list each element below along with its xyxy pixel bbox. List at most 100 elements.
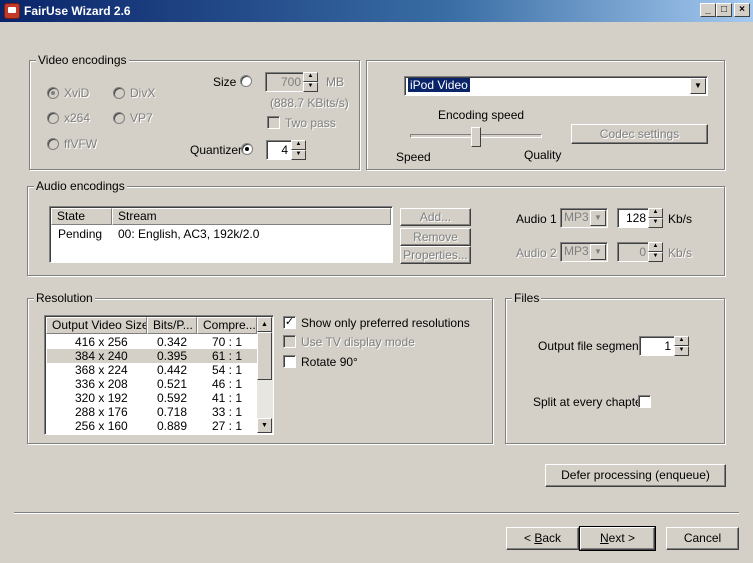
quantizer-spinner[interactable]: ▲ ▼: [291, 140, 306, 160]
res-row-size[interactable]: 416 x 256: [75, 335, 128, 349]
codec-label-divx: DivX: [130, 86, 156, 100]
codec-radio-ffvfw[interactable]: [47, 138, 59, 150]
quantizer-radio[interactable]: [241, 143, 253, 155]
audio1-bitrate-spinner[interactable]: ▲ ▼: [648, 208, 663, 228]
scroll-thumb[interactable]: [257, 332, 272, 380]
app-icon: [4, 3, 20, 19]
files-group: Files: [505, 291, 725, 444]
res-row-ratio[interactable]: 61 : 1: [212, 349, 242, 363]
size-radio[interactable]: [240, 75, 252, 87]
codec-label-vp7: VP7: [130, 111, 153, 125]
cancel-button[interactable]: Cancel: [666, 527, 739, 550]
bottom-separator: [14, 512, 739, 514]
codec-radio-divx[interactable]: [113, 87, 125, 99]
audio1-codec-select[interactable]: MP3 ▼: [560, 208, 608, 228]
next-rest: ext >: [608, 531, 636, 545]
segments-input[interactable]: 1: [639, 336, 675, 356]
maximize-button[interactable]: □: [716, 3, 732, 17]
res-row-bits[interactable]: 0.395: [157, 349, 187, 363]
audio-properties-button[interactable]: Properties...: [400, 246, 471, 264]
show-preferred-checkbox[interactable]: ✓: [283, 316, 296, 329]
audio2-codec-select[interactable]: MP3 ▼: [560, 242, 608, 262]
res-row-bits[interactable]: 0.521: [157, 377, 187, 391]
scroll-down-button[interactable]: ▼: [257, 418, 272, 433]
video-encodings-label: Video encodings: [36, 53, 129, 67]
rotate-checkbox[interactable]: [283, 355, 296, 368]
close-icon: ×: [739, 4, 745, 15]
res-row-ratio[interactable]: 33 : 1: [212, 405, 242, 419]
profile-selected: iPod Video: [408, 78, 470, 92]
res-row-bits[interactable]: 0.592: [157, 391, 187, 405]
back-prefix: <: [523, 531, 535, 545]
audio-encodings-label: Audio encodings: [34, 179, 127, 193]
title-bar[interactable]: FairUse Wizard 2.6 _ □ ×: [0, 0, 753, 22]
audio-row-state[interactable]: Pending: [58, 227, 102, 241]
res-row-size[interactable]: 256 x 160: [75, 419, 128, 433]
codec-label-xvid: XviD: [64, 86, 90, 100]
split-chapter-checkbox[interactable]: [638, 395, 651, 408]
checkmark-icon: ✓: [284, 316, 295, 328]
audio1-bitrate-input[interactable]: 128: [617, 208, 650, 228]
res-row-bits[interactable]: 0.889: [157, 419, 187, 433]
codec-settings-button[interactable]: Codec settings: [571, 124, 708, 144]
show-preferred-label: Show only preferred resolutions: [301, 316, 470, 330]
segments-spinner[interactable]: ▲ ▼: [674, 336, 689, 356]
res-row-size[interactable]: 336 x 208: [75, 377, 128, 391]
speed-label: Speed: [396, 150, 431, 164]
bitrate-note: (888.7 KBits/s): [270, 96, 349, 110]
rotate-label: Rotate 90°: [301, 355, 358, 369]
audio-col-state[interactable]: State: [51, 208, 112, 225]
audio-stream-list[interactable]: State Stream Pending 00: English, AC3, 1…: [49, 206, 393, 263]
audio-col-stream[interactable]: Stream: [112, 208, 391, 225]
res-row-size[interactable]: 320 x 192: [75, 391, 128, 405]
audio2-codec-value: MP3: [564, 244, 589, 258]
res-row-size[interactable]: 384 x 240: [75, 349, 128, 363]
res-col-size[interactable]: Output Video Size: [46, 317, 147, 334]
codec-radio-xvid[interactable]: [47, 87, 59, 99]
back-button[interactable]: < Back: [506, 527, 579, 550]
size-input[interactable]: 700: [265, 72, 305, 92]
audio-row-stream[interactable]: 00: English, AC3, 192k/2.0: [118, 227, 259, 241]
close-button[interactable]: ×: [734, 3, 750, 17]
minimize-button[interactable]: _: [700, 3, 716, 17]
res-row-bits[interactable]: 0.718: [157, 405, 187, 419]
segments-label: Output file segments: [538, 339, 649, 353]
next-button[interactable]: Next >: [579, 526, 656, 551]
back-rest: ack: [542, 531, 562, 545]
two-pass-checkbox[interactable]: [267, 116, 280, 129]
split-chapter-label: Split at every chapter: [533, 395, 646, 409]
minimize-icon: _: [705, 4, 711, 15]
size-unit: MB: [326, 75, 344, 89]
codec-radio-vp7[interactable]: [113, 112, 125, 124]
audio2-bitrate-input[interactable]: 0: [617, 242, 650, 262]
audio1-label: Audio 1: [516, 212, 557, 226]
size-spinner[interactable]: ▲ ▼: [303, 72, 318, 92]
chevron-down-icon: ▼: [590, 210, 606, 226]
profile-select[interactable]: iPod Video ▼: [404, 76, 708, 96]
resolution-list[interactable]: Output Video Size Bits/P... Compre... 41…: [44, 315, 274, 435]
resolution-scrollbar[interactable]: ▲ ▼: [257, 317, 273, 433]
res-row-bits[interactable]: 0.342: [157, 335, 187, 349]
res-row-ratio[interactable]: 27 : 1: [212, 419, 242, 433]
res-row-ratio[interactable]: 41 : 1: [212, 391, 242, 405]
tv-mode-checkbox[interactable]: [283, 335, 296, 348]
add-audio-button[interactable]: Add...: [400, 208, 471, 226]
res-row-ratio[interactable]: 46 : 1: [212, 377, 242, 391]
defer-processing-button[interactable]: Defer processing (enqueue): [545, 464, 726, 487]
encoding-speed-slider[interactable]: [471, 127, 481, 147]
res-col-ratio[interactable]: Compre...: [197, 317, 257, 334]
quantizer-input[interactable]: 4: [266, 140, 292, 160]
codec-radio-x264[interactable]: [47, 112, 59, 124]
codec-label-ffvfw: ffVFW: [64, 137, 98, 151]
scroll-up-button[interactable]: ▲: [257, 317, 272, 332]
res-row-ratio[interactable]: 54 : 1: [212, 363, 242, 377]
res-row-ratio[interactable]: 70 : 1: [212, 335, 242, 349]
tv-mode-label: Use TV display mode: [301, 335, 415, 349]
res-row-size[interactable]: 368 x 224: [75, 363, 128, 377]
window-title: FairUse Wizard 2.6: [24, 4, 131, 18]
res-row-size[interactable]: 288 x 176: [75, 405, 128, 419]
remove-audio-button[interactable]: Remove: [400, 228, 471, 246]
res-col-bits[interactable]: Bits/P...: [147, 317, 197, 334]
audio2-bitrate-spinner[interactable]: ▲ ▼: [648, 242, 663, 262]
res-row-bits[interactable]: 0.442: [157, 363, 187, 377]
